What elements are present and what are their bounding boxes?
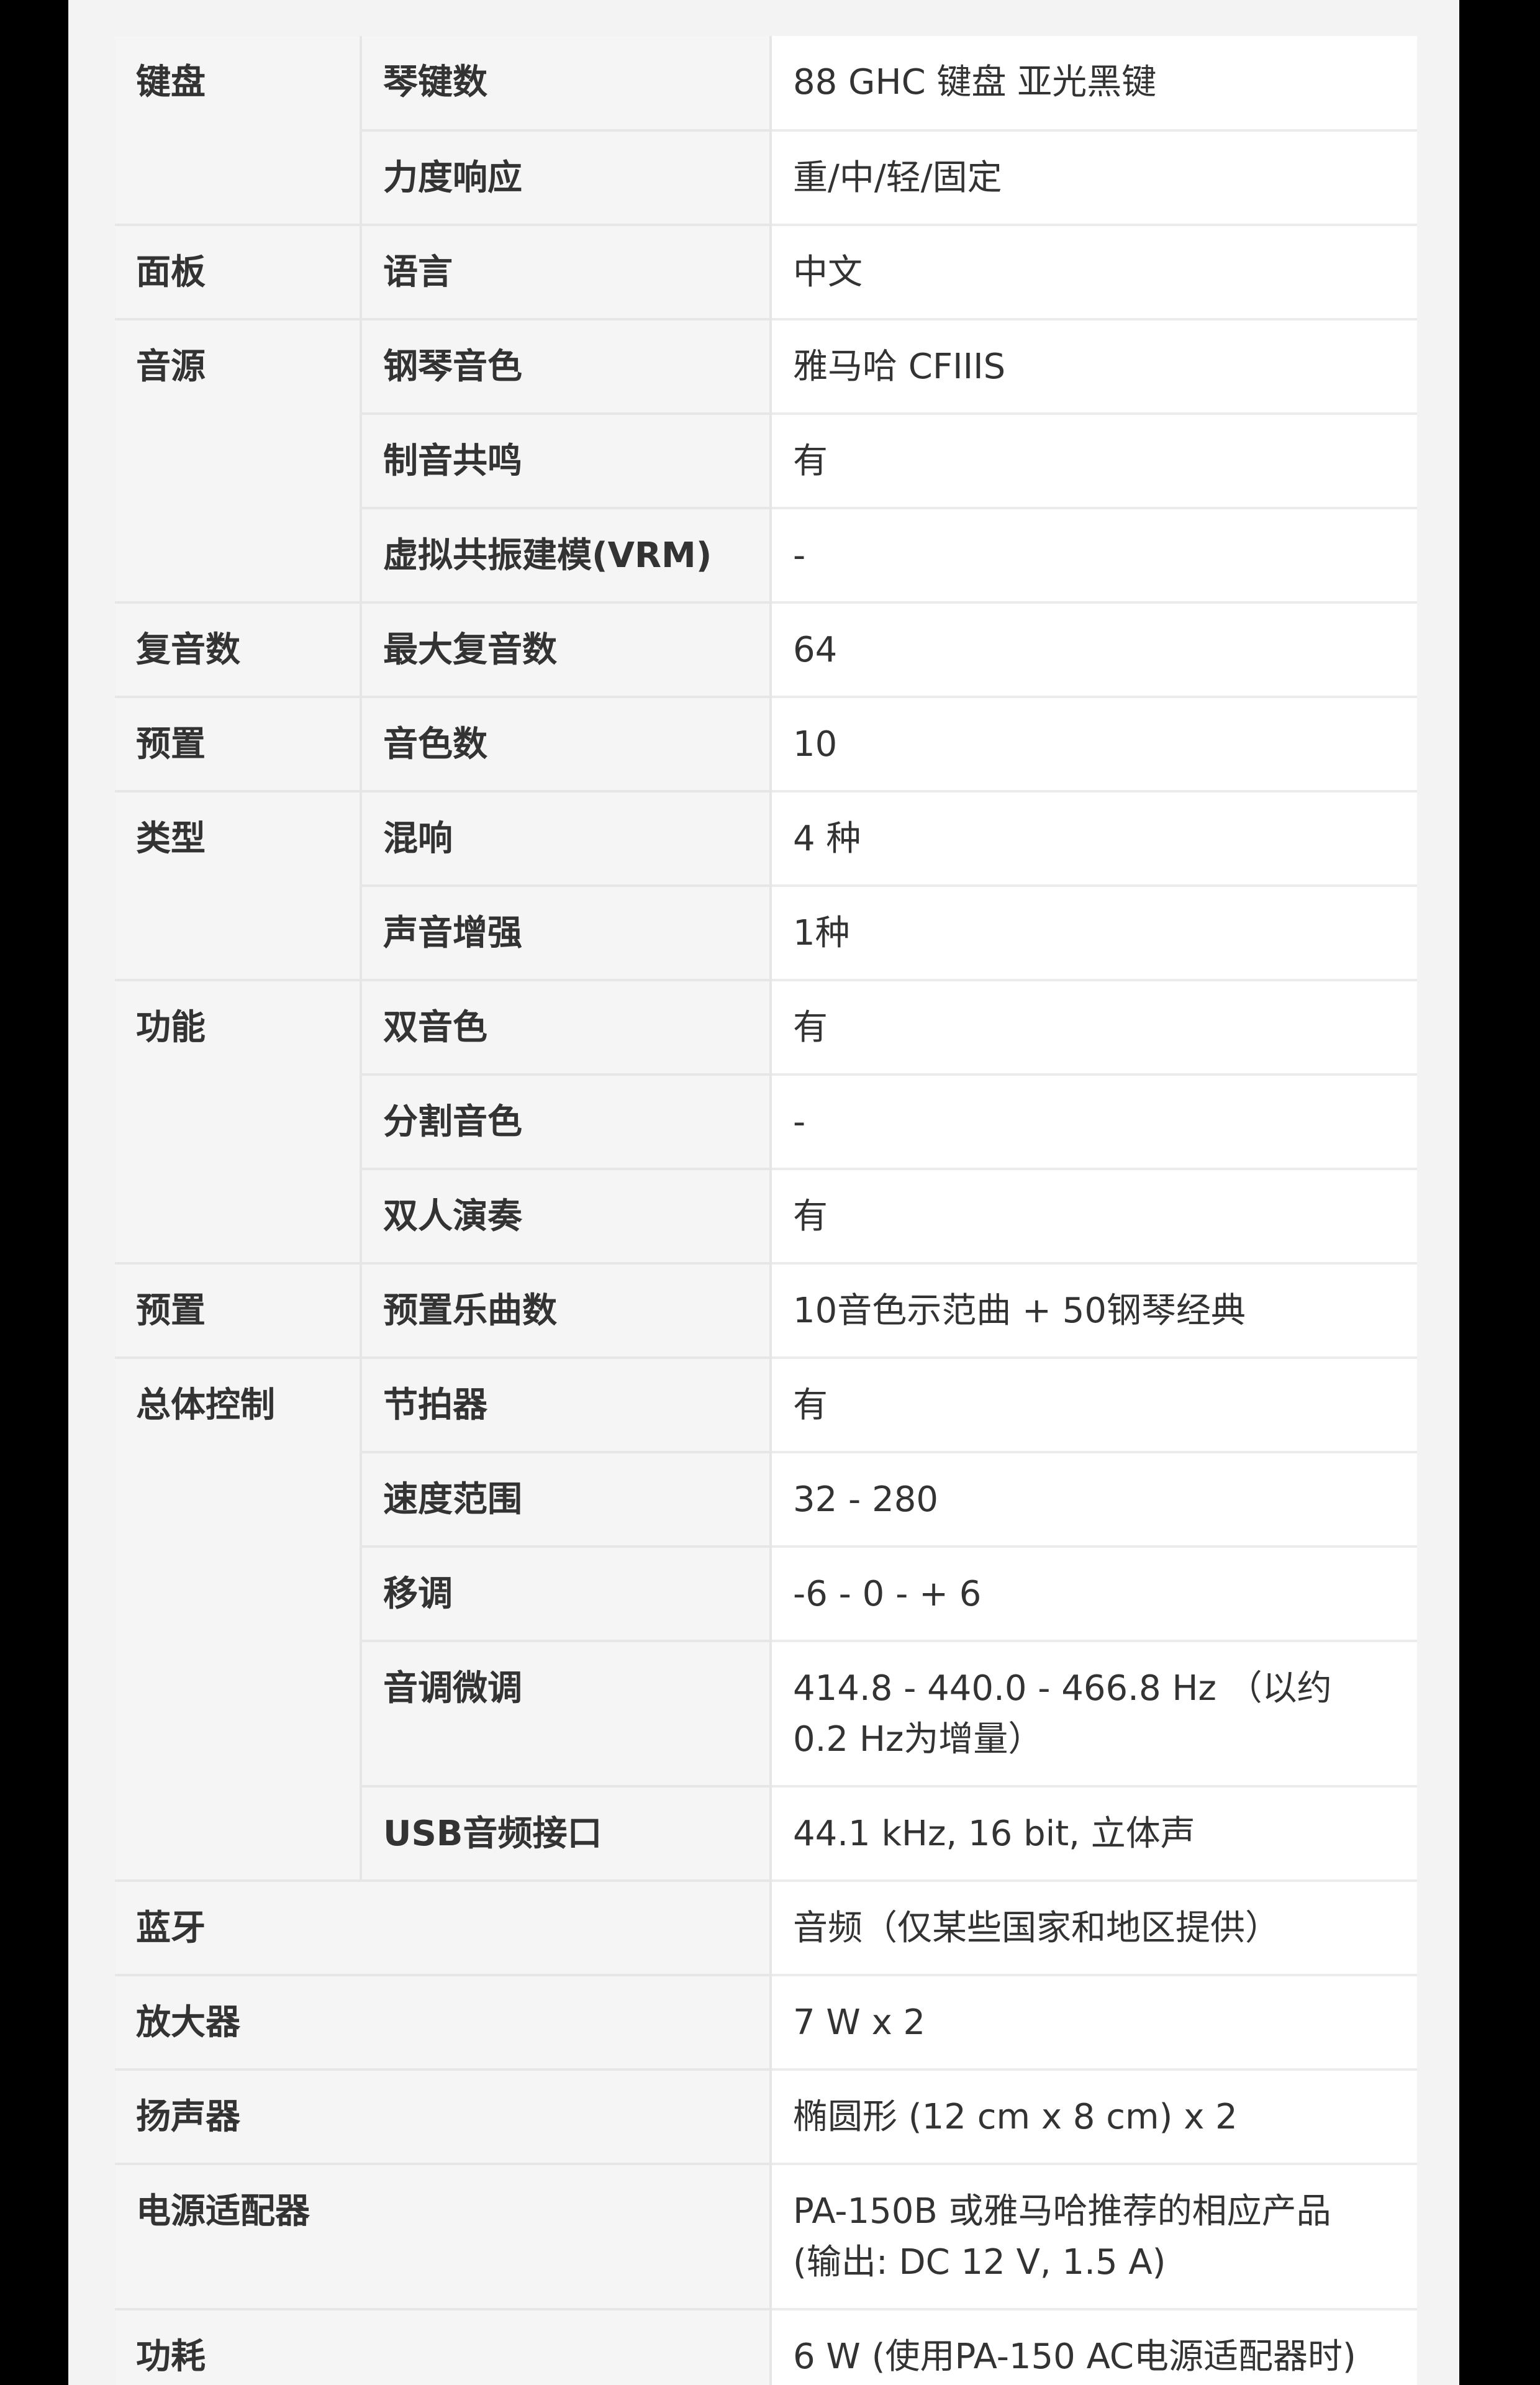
spec-page: 键盘 琴键数 88 GHC 键盘 亚光黑键 力度响应 重/中/轻/固定 面板 语… — [68, 0, 1459, 2385]
item-value: 88 GHC 键盘 亚光黑键 — [771, 36, 1417, 132]
category-cell: 预置 — [115, 1263, 362, 1359]
table-row: 预置 音色数 10 — [115, 697, 1417, 793]
item-value: 64 — [771, 602, 1417, 698]
item-label: 虚拟共振建模(VRM) — [361, 508, 772, 604]
item-label: 音调微调 — [361, 1641, 772, 1788]
item-value: 10音色示范曲 + 50钢琴经典 — [771, 1263, 1417, 1359]
table-row: 电源适配器 PA-150B 或雅马哈推荐的相应产品 (输出: DC 12 V, … — [115, 2164, 1417, 2310]
item-value: 414.8 - 440.0 - 466.8 Hz （以约0.2 Hz为增量） — [771, 1641, 1417, 1788]
category-cell: 复音数 — [115, 602, 362, 698]
table-row: 扬声器 椭圆形 (12 cm x 8 cm) x 2 — [115, 2069, 1417, 2165]
category-cell: 预置 — [115, 697, 362, 793]
item-label: USB音频接口 — [361, 1786, 772, 1882]
item-value: 有 — [771, 1358, 1417, 1453]
table-row: 功耗 6 W (使用PA-150 AC电源适配器时) — [115, 2309, 1417, 2385]
item-value: - — [771, 1074, 1417, 1170]
item-value: 1种 — [771, 886, 1417, 981]
item-label: 速度范围 — [361, 1452, 772, 1548]
category-cell: 电源适配器 — [115, 2164, 772, 2310]
category-cell: 扬声器 — [115, 2069, 772, 2165]
item-value: 4 种 — [771, 791, 1417, 887]
table-row: 蓝牙 音频（仅某些国家和地区提供） — [115, 1881, 1417, 1976]
category-cell: 功耗 — [115, 2309, 772, 2385]
item-label: 双人演奏 — [361, 1169, 772, 1265]
item-value: 7 W x 2 — [771, 1975, 1417, 2071]
table-row: 音源 钢琴音色 雅马哈 CFIIIS — [115, 319, 1417, 604]
item-label: 声音增强 — [361, 886, 772, 981]
item-label: 琴键数 — [361, 36, 772, 132]
table-row: 类型 混响 4 种 — [115, 791, 1417, 981]
item-value: 椭圆形 (12 cm x 8 cm) x 2 — [771, 2069, 1417, 2165]
table-row: 总体控制 节拍器 有 — [115, 1358, 1417, 1882]
table-row: 功能 双音色 有 — [115, 980, 1417, 1265]
item-value: -6 - 0 - + 6 — [771, 1547, 1417, 1642]
item-label: 双音色 — [361, 980, 772, 1076]
category-cell: 类型 — [115, 791, 362, 981]
category-cell: 音源 — [115, 319, 362, 604]
item-label: 最大复音数 — [361, 602, 772, 698]
item-value: 雅马哈 CFIIIS — [771, 319, 1417, 415]
item-value: 6 W (使用PA-150 AC电源适配器时) — [771, 2309, 1417, 2385]
table-row: 预置 预置乐曲数 10音色示范曲 + 50钢琴经典 — [115, 1263, 1417, 1359]
item-value: 32 - 280 — [771, 1452, 1417, 1548]
item-label: 制音共鸣 — [361, 414, 772, 509]
category-cell: 放大器 — [115, 1975, 772, 2071]
table-row: 键盘 琴键数 88 GHC 键盘 亚光黑键 — [115, 36, 1417, 226]
item-label: 预置乐曲数 — [361, 1263, 772, 1359]
category-cell: 蓝牙 — [115, 1881, 772, 1976]
item-value: 中文 — [771, 225, 1417, 320]
item-label: 钢琴音色 — [361, 319, 772, 415]
table-row: 放大器 7 W x 2 — [115, 1975, 1417, 2071]
item-value: 重/中/轻/固定 — [771, 130, 1417, 226]
item-label: 节拍器 — [361, 1358, 772, 1453]
category-cell: 总体控制 — [115, 1358, 362, 1882]
category-cell: 键盘 — [115, 36, 362, 226]
item-value: 44.1 kHz, 16 bit, 立体声 — [771, 1786, 1417, 1882]
item-value: 有 — [771, 980, 1417, 1076]
item-value: PA-150B 或雅马哈推荐的相应产品 (输出: DC 12 V, 1.5 A) — [771, 2164, 1417, 2310]
item-label: 混响 — [361, 791, 772, 887]
table-row: 面板 语言 中文 — [115, 225, 1417, 320]
item-label: 分割音色 — [361, 1074, 772, 1170]
item-value: - — [771, 508, 1417, 604]
item-label: 力度响应 — [361, 130, 772, 226]
category-cell: 面板 — [115, 225, 362, 320]
table-row: 复音数 最大复音数 64 — [115, 602, 1417, 698]
category-cell: 功能 — [115, 980, 362, 1265]
item-label: 移调 — [361, 1547, 772, 1642]
item-value: 有 — [771, 414, 1417, 509]
spec-table: 键盘 琴键数 88 GHC 键盘 亚光黑键 力度响应 重/中/轻/固定 面板 语… — [115, 36, 1417, 2385]
item-value: 有 — [771, 1169, 1417, 1265]
item-value: 音频（仅某些国家和地区提供） — [771, 1881, 1417, 1976]
item-label: 音色数 — [361, 697, 772, 793]
item-value: 10 — [771, 697, 1417, 793]
item-label: 语言 — [361, 225, 772, 320]
